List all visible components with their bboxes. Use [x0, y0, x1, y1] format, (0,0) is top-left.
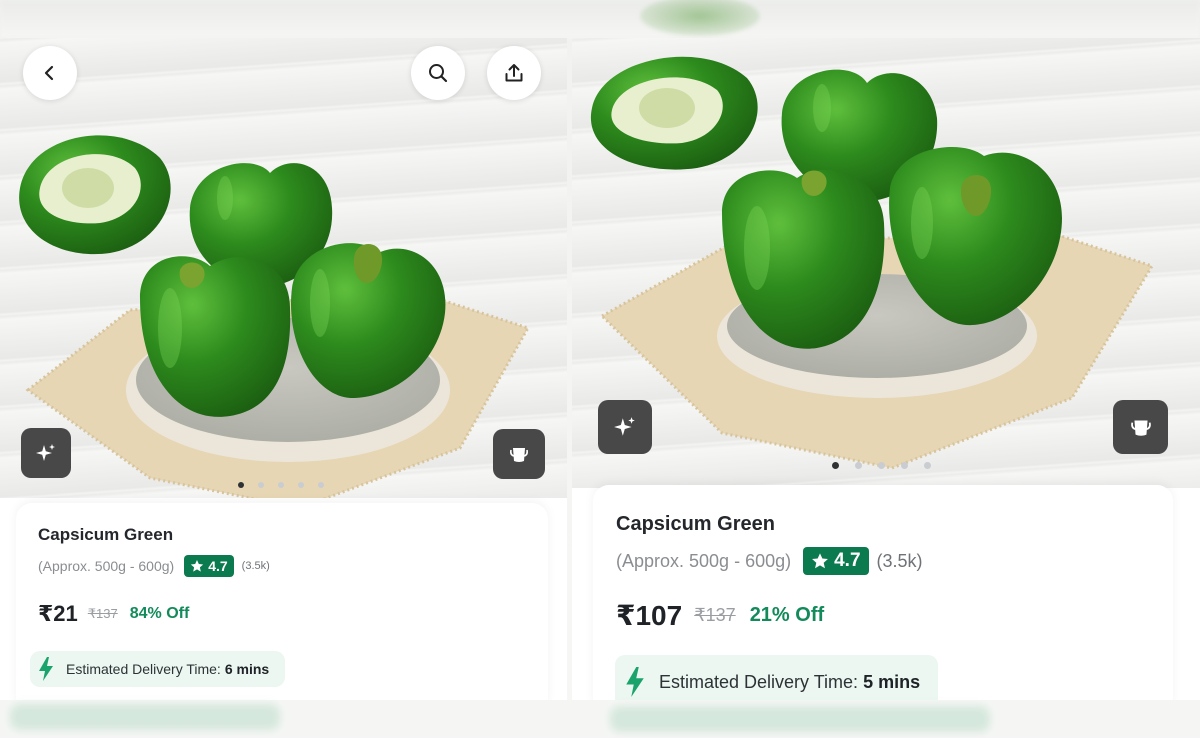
back-arrow-icon	[44, 65, 54, 81]
product-screen-left: Capsicum Green (Approx. 500g - 600g) 4.7…	[0, 38, 567, 700]
star-icon	[191, 560, 204, 572]
product-title: Capsicum Green	[38, 525, 174, 544]
discount-label: 21% Off	[749, 604, 825, 626]
product-title: Capsicum Green	[616, 513, 775, 535]
delivery-value: 5 mins	[863, 671, 921, 692]
carousel-dots	[832, 462, 931, 469]
carousel-dots	[238, 482, 324, 488]
rating-badge[interactable]: 4.7	[803, 547, 869, 575]
product-image	[572, 38, 1200, 488]
delivery-label: Estimated Delivery Time:	[66, 661, 221, 677]
carousel-dot[interactable]	[238, 482, 244, 488]
carousel-dot[interactable]	[832, 462, 839, 469]
cup-button[interactable]	[1113, 400, 1168, 454]
share-button[interactable]	[487, 46, 541, 100]
carousel-dot[interactable]	[855, 462, 862, 469]
rating-value: 4.7	[208, 558, 228, 574]
lightning-bolt-icon	[626, 667, 644, 697]
carousel-dot[interactable]	[924, 462, 931, 469]
mrp-price: ₹137	[694, 605, 736, 625]
ai-sparkle-button[interactable]	[21, 428, 71, 478]
carousel-dot[interactable]	[298, 482, 304, 488]
sparkle-icon	[36, 444, 55, 461]
back-button[interactable]	[23, 46, 77, 100]
cropped-top-strip	[0, 0, 1200, 38]
price-row: ₹107 ₹137 21% Off	[616, 599, 824, 632]
selling-price: ₹107	[616, 600, 683, 631]
capsicum-photo	[590, 56, 1155, 470]
rating-count: (3.5k)	[876, 550, 923, 571]
carousel-dot[interactable]	[278, 482, 284, 488]
price-row: ₹21 ₹137 84% Off	[38, 601, 189, 627]
product-weight: (Approx. 500g - 600g)	[616, 550, 792, 571]
product-screen-right: Capsicum Green (Approx. 500g - 600g) 4.7…	[572, 38, 1200, 700]
cup-icon	[510, 448, 528, 462]
mrp-price: ₹137	[87, 606, 118, 621]
search-button[interactable]	[411, 46, 465, 100]
carousel-dot[interactable]	[258, 482, 264, 488]
delivery-time-banner: Estimated Delivery Time: 5 mins	[615, 655, 939, 700]
rating-count: (3.5k)	[241, 560, 270, 572]
carousel-dot[interactable]	[318, 482, 324, 488]
carousel-dot[interactable]	[878, 462, 885, 469]
discount-label: 84% Off	[129, 605, 190, 622]
product-weight: (Approx. 500g - 600g)	[38, 558, 175, 574]
delivery-value: 6 mins	[224, 661, 270, 677]
share-icon	[505, 64, 523, 82]
selling-price: ₹21	[38, 601, 78, 626]
cup-button[interactable]	[493, 429, 545, 479]
delivery-label: Estimated Delivery Time:	[659, 671, 859, 692]
product-info-card: Capsicum Green (Approx. 500g - 600g) 4.7…	[16, 503, 548, 700]
product-image	[0, 38, 567, 498]
product-meta-row: (Approx. 500g - 600g) 4.7 (3.5k)	[38, 555, 270, 577]
lightning-bolt-icon	[39, 657, 53, 681]
screenshot-comparison: Capsicum Green (Approx. 500g - 600g) 4.7…	[0, 0, 1200, 738]
ai-sparkle-button[interactable]	[598, 400, 652, 454]
delivery-time-banner: Estimated Delivery Time: 6 mins	[30, 651, 286, 687]
rating-badge[interactable]: 4.7	[184, 555, 234, 577]
product-meta-row: (Approx. 500g - 600g) 4.7 (3.5k)	[616, 547, 923, 575]
product-info-card: Capsicum Green (Approx. 500g - 600g) 4.7…	[593, 485, 1173, 700]
rating-value: 4.7	[834, 550, 861, 571]
cropped-bottom-strip	[0, 700, 1200, 738]
search-icon	[429, 64, 448, 83]
sparkle-icon	[614, 417, 635, 436]
carousel-dot[interactable]	[901, 462, 908, 469]
cup-icon	[1130, 420, 1151, 436]
capsicum-photo	[19, 135, 531, 498]
star-icon	[812, 553, 829, 569]
